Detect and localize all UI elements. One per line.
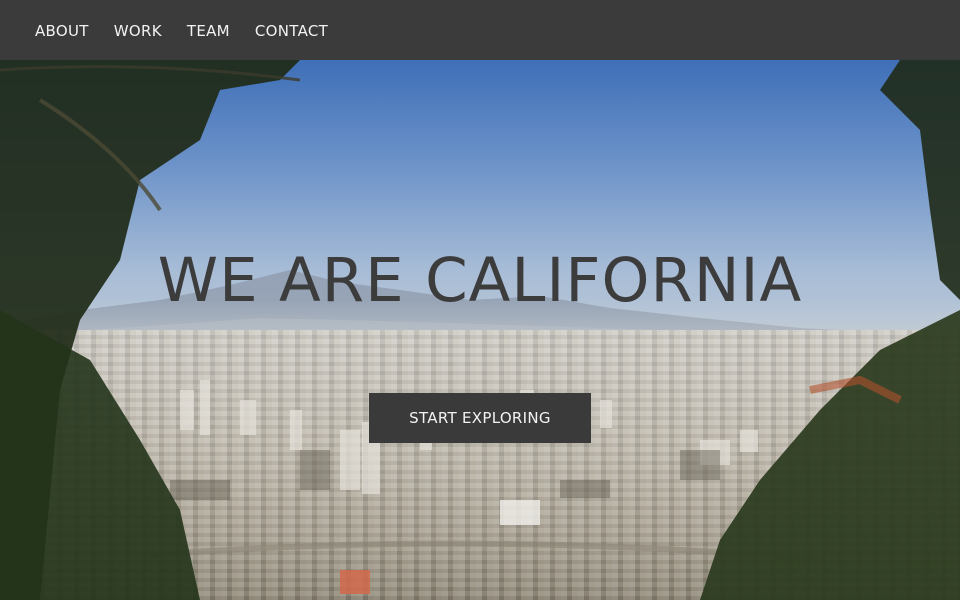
trees-left xyxy=(0,60,300,600)
hero-section: WE ARE CALIFORNIA START EXPLORING xyxy=(0,60,960,600)
nav-item-about: ABOUT xyxy=(35,21,89,40)
nav-item-team: TEAM xyxy=(187,21,230,40)
nav-link-contact[interactable]: CONTACT xyxy=(255,22,328,40)
trees-right xyxy=(700,60,960,600)
nav-link-about[interactable]: ABOUT xyxy=(35,22,89,40)
nav-link-team[interactable]: TEAM xyxy=(187,22,230,40)
page: ABOUT WORK TEAM CONTACT WE ARE CALIFORNI… xyxy=(0,0,960,600)
top-navbar: ABOUT WORK TEAM CONTACT xyxy=(0,0,960,60)
nav-link-work[interactable]: WORK xyxy=(114,22,162,40)
nav-item-contact: CONTACT xyxy=(255,21,328,40)
nav-menu: ABOUT WORK TEAM CONTACT xyxy=(35,0,328,60)
start-exploring-button[interactable]: START EXPLORING xyxy=(369,393,591,443)
hero-headline: WE ARE CALIFORNIA xyxy=(157,245,803,316)
nav-item-work: WORK xyxy=(114,21,162,40)
